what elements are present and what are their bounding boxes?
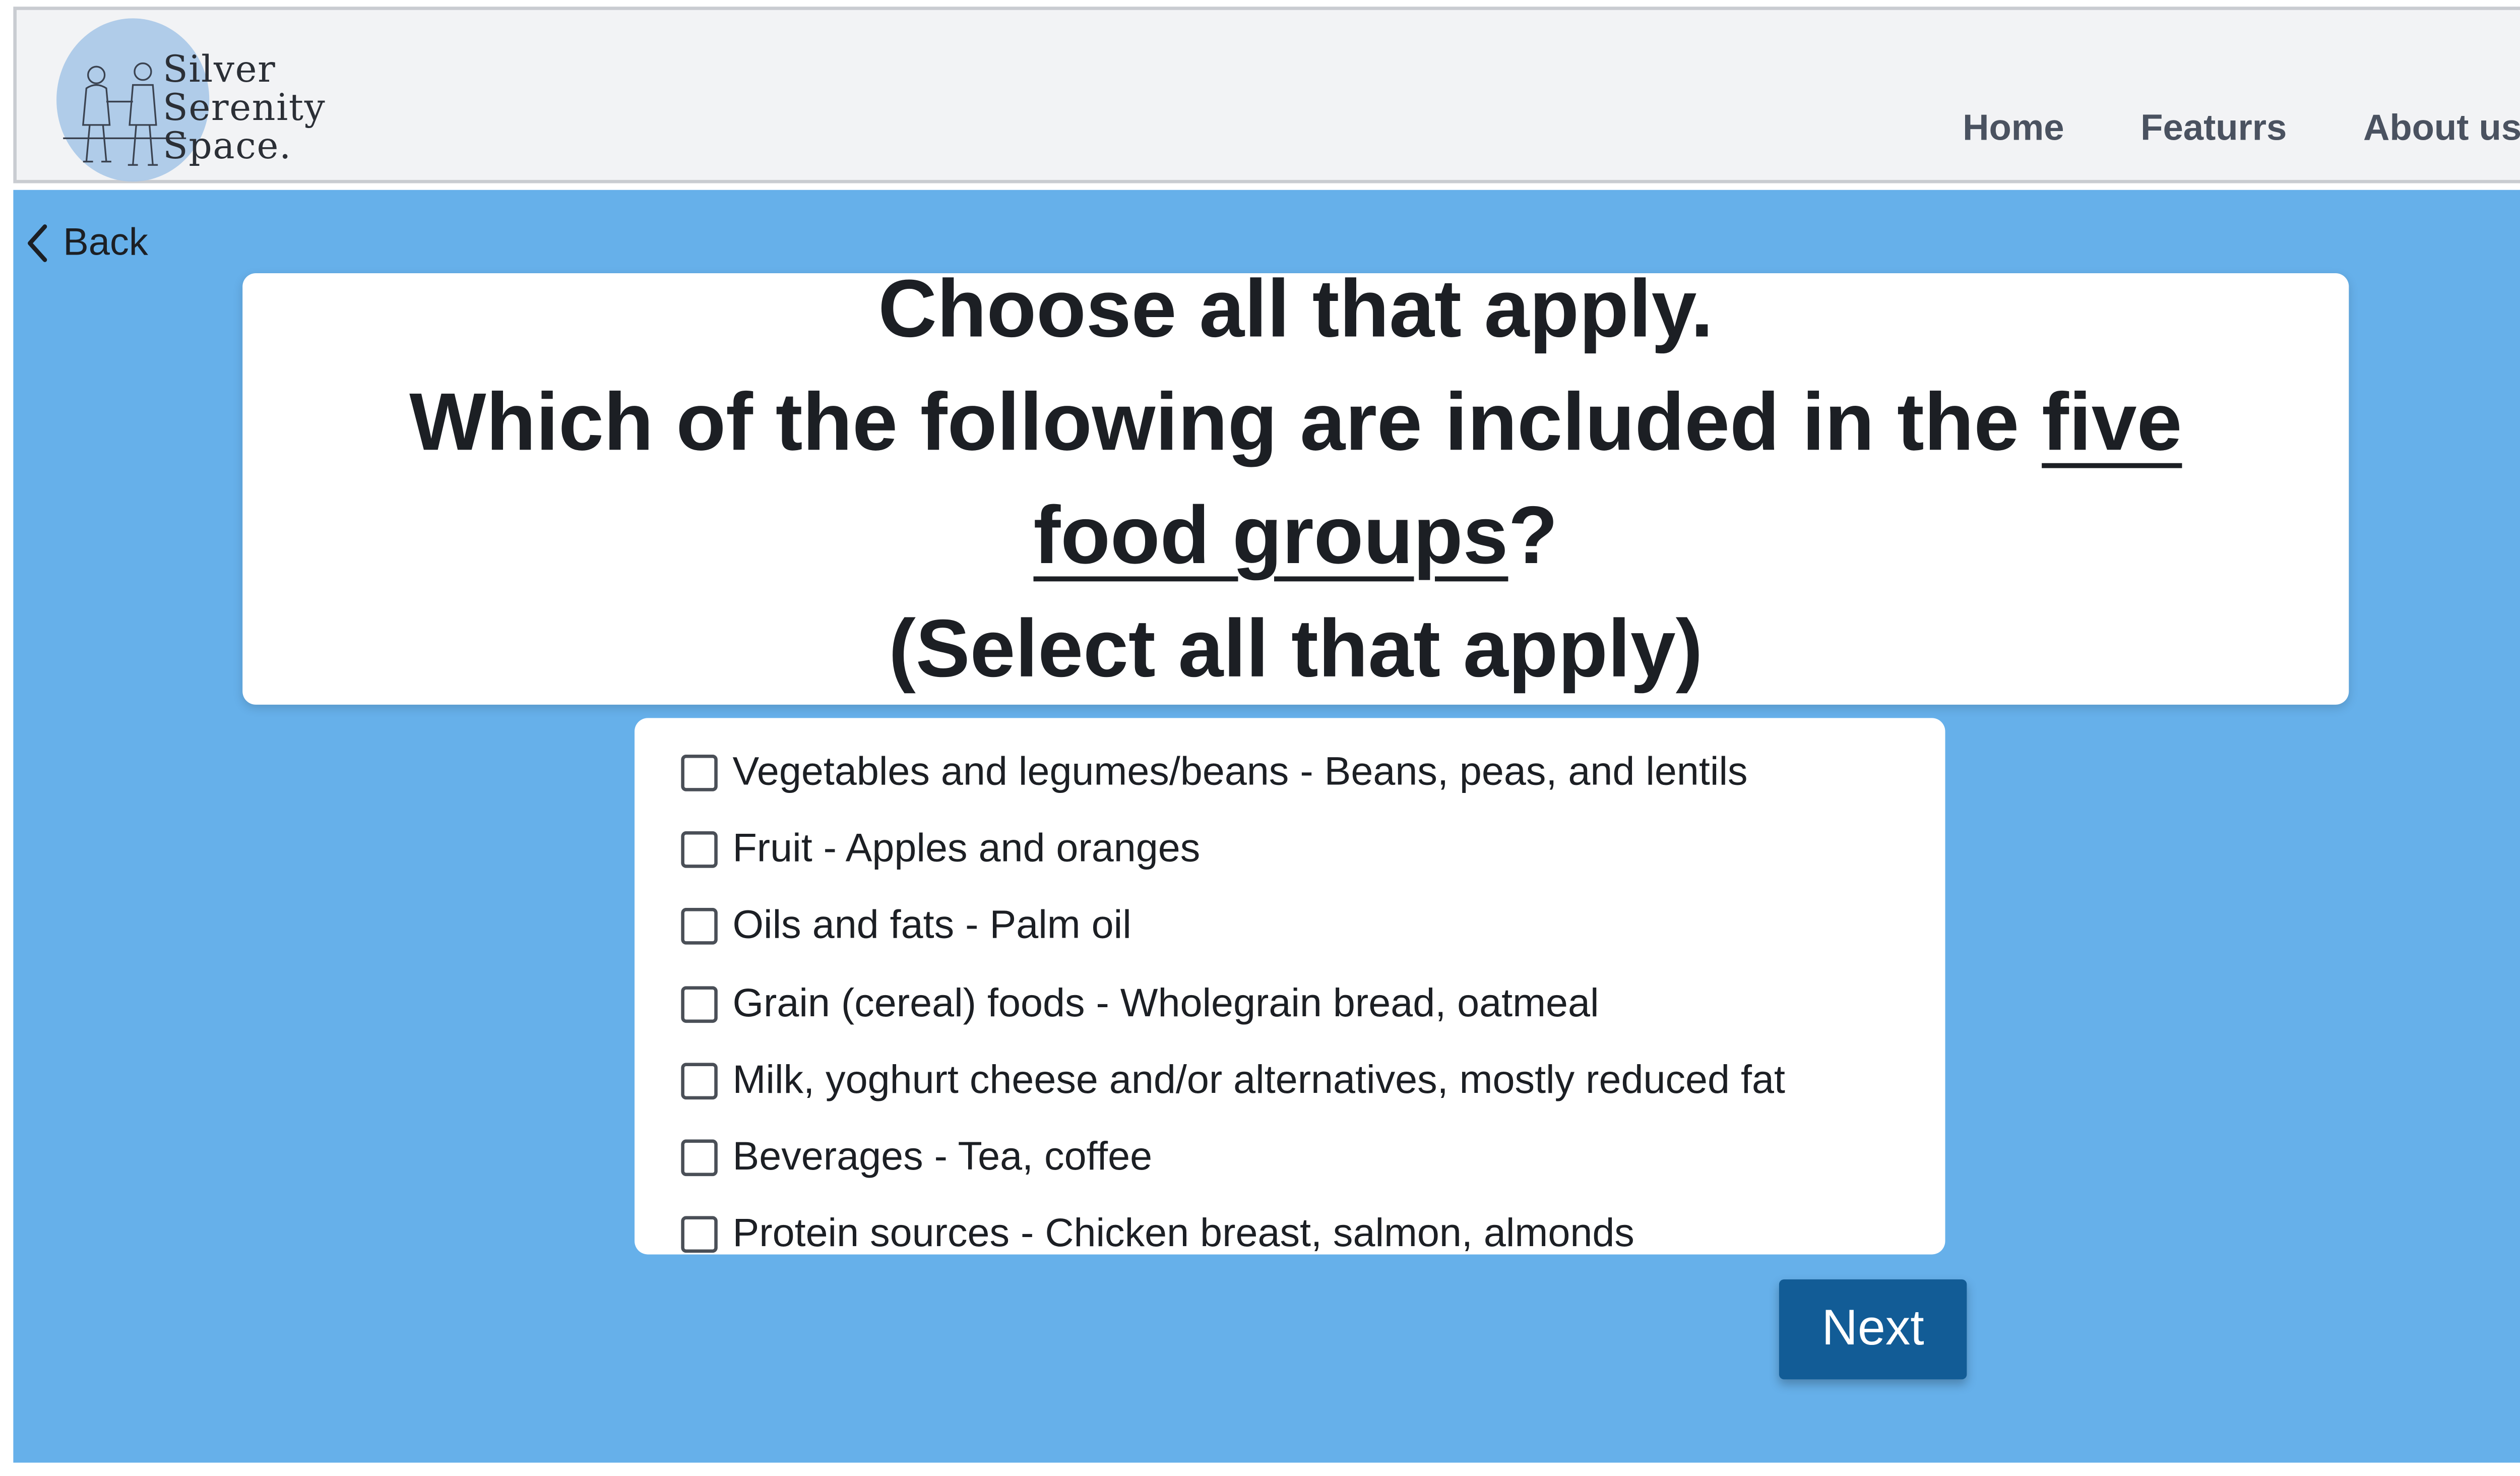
- nav-home[interactable]: Home: [1963, 107, 2064, 150]
- question-instruction: Choose all that apply.: [878, 265, 1714, 355]
- option-item[interactable]: Beverages - Tea, coffee: [681, 1120, 1945, 1197]
- chevron-left-icon: [28, 223, 47, 262]
- option-label: Milk, yoghurt cheese and/or alternatives…: [732, 1057, 1785, 1103]
- logo-text: Silver Serenity Space.: [163, 51, 326, 166]
- app-frame: Silver Serenity Space. Home Featurrs Abo…: [0, 0, 2520, 1476]
- logo-line: Space.: [162, 127, 292, 168]
- option-item[interactable]: Fruit - Apples and oranges: [681, 812, 1945, 889]
- main-nav: Home Featurrs About us: [1963, 107, 2520, 150]
- option-item[interactable]: Oils and fats - Palm oil: [681, 889, 1945, 966]
- option-checkbox[interactable]: [681, 831, 718, 869]
- question-card: Choose all that apply. Which of the foll…: [242, 265, 2349, 705]
- quiz-area: Back Choose all that apply. Which of the…: [13, 190, 2520, 1463]
- option-checkbox[interactable]: [681, 1139, 718, 1177]
- option-label: Oils and fats - Palm oil: [732, 903, 1131, 949]
- logo-line: Silver: [162, 50, 276, 92]
- option-checkbox[interactable]: [681, 986, 718, 1022]
- option-item[interactable]: Protein sources - Chicken breast, salmon…: [681, 1196, 1945, 1273]
- question-text-line: Which of the following are included in t…: [242, 366, 2349, 480]
- site-logo[interactable]: Silver Serenity Space.: [50, 15, 349, 182]
- option-checkbox[interactable]: [681, 1062, 718, 1099]
- question-underlined-phrase: food groups: [1033, 491, 1508, 582]
- nav-features[interactable]: Featurrs: [2140, 107, 2287, 150]
- back-label: Back: [63, 220, 148, 264]
- option-label: Fruit - Apples and oranges: [732, 827, 1201, 872]
- option-label: Protein sources - Chicken breast, salmon…: [732, 1211, 1634, 1257]
- option-checkbox[interactable]: [681, 755, 718, 792]
- option-label: Vegetables and legumes/beans - Beans, pe…: [732, 750, 1748, 795]
- logo-line: Serenity: [162, 88, 326, 130]
- option-checkbox[interactable]: [681, 908, 718, 946]
- option-item[interactable]: Milk, yoghurt cheese and/or alternatives…: [681, 1042, 1945, 1120]
- options-list: Vegetables and legumes/beans - Beans, pe…: [635, 718, 1945, 1256]
- nav-about-us[interactable]: About us: [2363, 107, 2520, 150]
- question-underlined-word: five: [2042, 378, 2182, 468]
- question-text-prefix: Which of the following are included in t…: [409, 378, 2042, 468]
- option-label: Beverages - Tea, coffee: [732, 1134, 1153, 1180]
- option-label: Grain (cereal) foods - Wholegrain bread,…: [732, 980, 1599, 1026]
- option-checkbox[interactable]: [681, 1216, 718, 1253]
- option-item[interactable]: Grain (cereal) foods - Wholegrain bread,…: [681, 965, 1945, 1042]
- question-text-suffix: ?: [1508, 491, 1558, 582]
- question-text-line: food groups?: [242, 480, 2349, 593]
- next-button[interactable]: Next: [1779, 1279, 1967, 1380]
- question-hint: (Select all that apply): [889, 604, 1703, 695]
- back-button[interactable]: Back: [23, 220, 148, 265]
- option-item[interactable]: Vegetables and legumes/beans - Beans, pe…: [681, 734, 1945, 812]
- site-header: Silver Serenity Space. Home Featurrs Abo…: [13, 7, 2520, 183]
